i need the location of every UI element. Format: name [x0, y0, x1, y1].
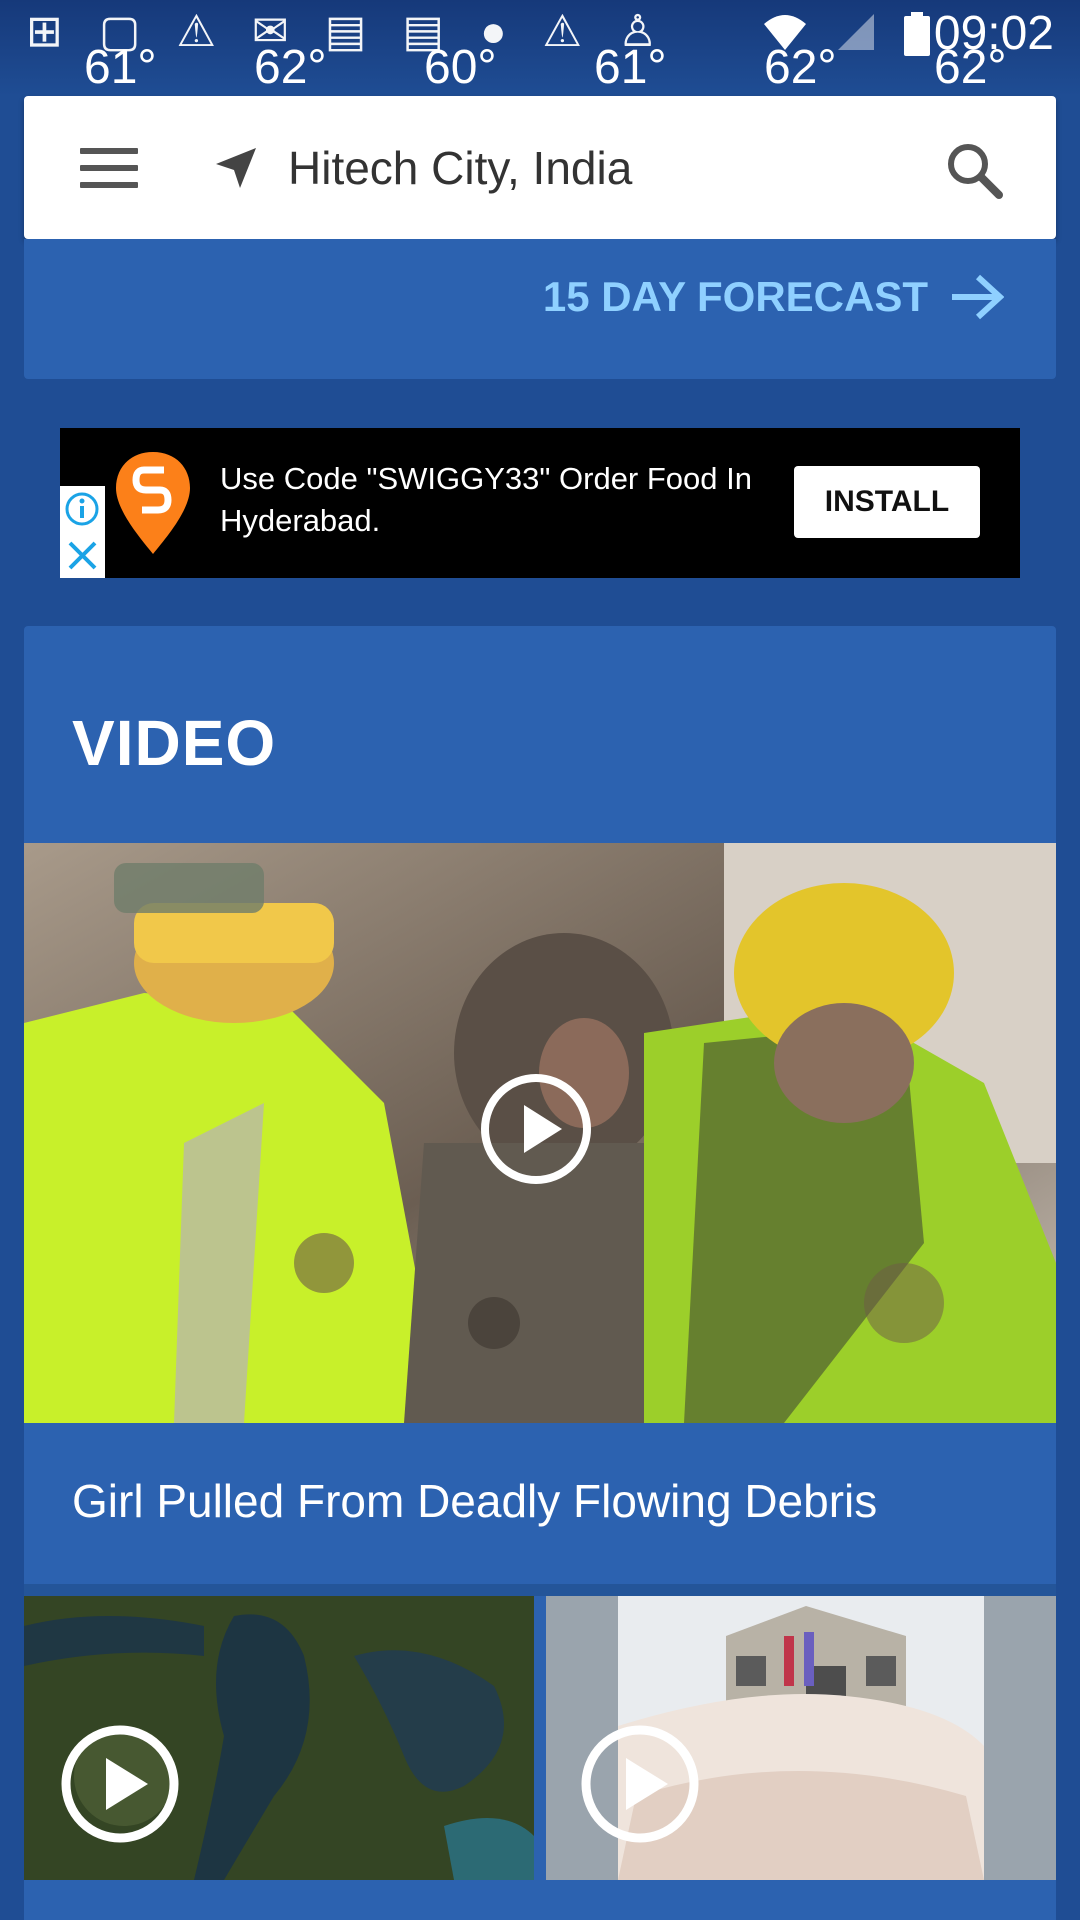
- play-icon: [581, 1725, 699, 1843]
- video-caption-bar: [24, 1880, 534, 1920]
- video-caption-bar: [546, 1880, 1056, 1920]
- video-thumbnail-great-lakes[interactable]: [24, 1596, 534, 1880]
- arrow-right-icon: [952, 274, 1004, 320]
- video-title[interactable]: Girl Pulled From Deadly Flowing Debris: [72, 1474, 877, 1528]
- video-section: VIDEO Girl Pulled From Deadly Flowing De…: [24, 626, 1056, 1920]
- section-title: VIDEO: [72, 707, 277, 779]
- ad-close-icon[interactable]: [60, 532, 105, 578]
- wifi-icon: [762, 12, 808, 63]
- forecast-panel: 15 DAY FORECAST: [24, 239, 1056, 379]
- ad-banner[interactable]: Use Code "SWIGGY33" Order Food In Hydera…: [60, 428, 1020, 578]
- status-temp: 61°: [84, 41, 157, 94]
- location-bar: Hitech City, India: [24, 96, 1056, 239]
- status-temp: 60°: [424, 41, 497, 94]
- clock: 09:02: [933, 7, 1054, 60]
- battery-icon: [904, 12, 930, 63]
- forecast-link-label: 15 DAY FORECAST: [542, 273, 928, 320]
- menu-icon[interactable]: [80, 148, 138, 188]
- ad-info-icon[interactable]: [60, 486, 105, 532]
- status-temp: 61°: [594, 41, 667, 94]
- location-name[interactable]: Hitech City, India: [288, 142, 632, 194]
- play-icon: [61, 1725, 179, 1843]
- 15-day-forecast-link[interactable]: 15 DAY FORECAST: [543, 273, 1004, 321]
- swiggy-logo-icon: [116, 452, 190, 554]
- status-bar: ⊞ ▢ ⚠ ✉ ▤ ▤ ● ⚠ ♙ 61° 62° 60° 61° 62° 62…: [0, 0, 1080, 96]
- add-icon: ⊞: [26, 7, 63, 56]
- install-button[interactable]: INSTALL: [794, 466, 980, 538]
- play-icon: [481, 1074, 591, 1184]
- divider: [24, 1584, 1056, 1596]
- status-temp: 62°: [254, 41, 327, 94]
- search-icon[interactable]: [944, 140, 1004, 200]
- status-temperatures: 61° 62° 60° 61° 62° 62°: [84, 44, 1080, 92]
- main-video-thumbnail[interactable]: [24, 843, 1056, 1423]
- ad-text: Use Code "SWIGGY33" Order Food In Hydera…: [220, 461, 752, 538]
- video-thumbnail-snow-pile[interactable]: [546, 1596, 1056, 1880]
- signal-icon: [836, 12, 876, 63]
- system-icons: [762, 12, 930, 63]
- location-arrow-icon: [216, 148, 256, 188]
